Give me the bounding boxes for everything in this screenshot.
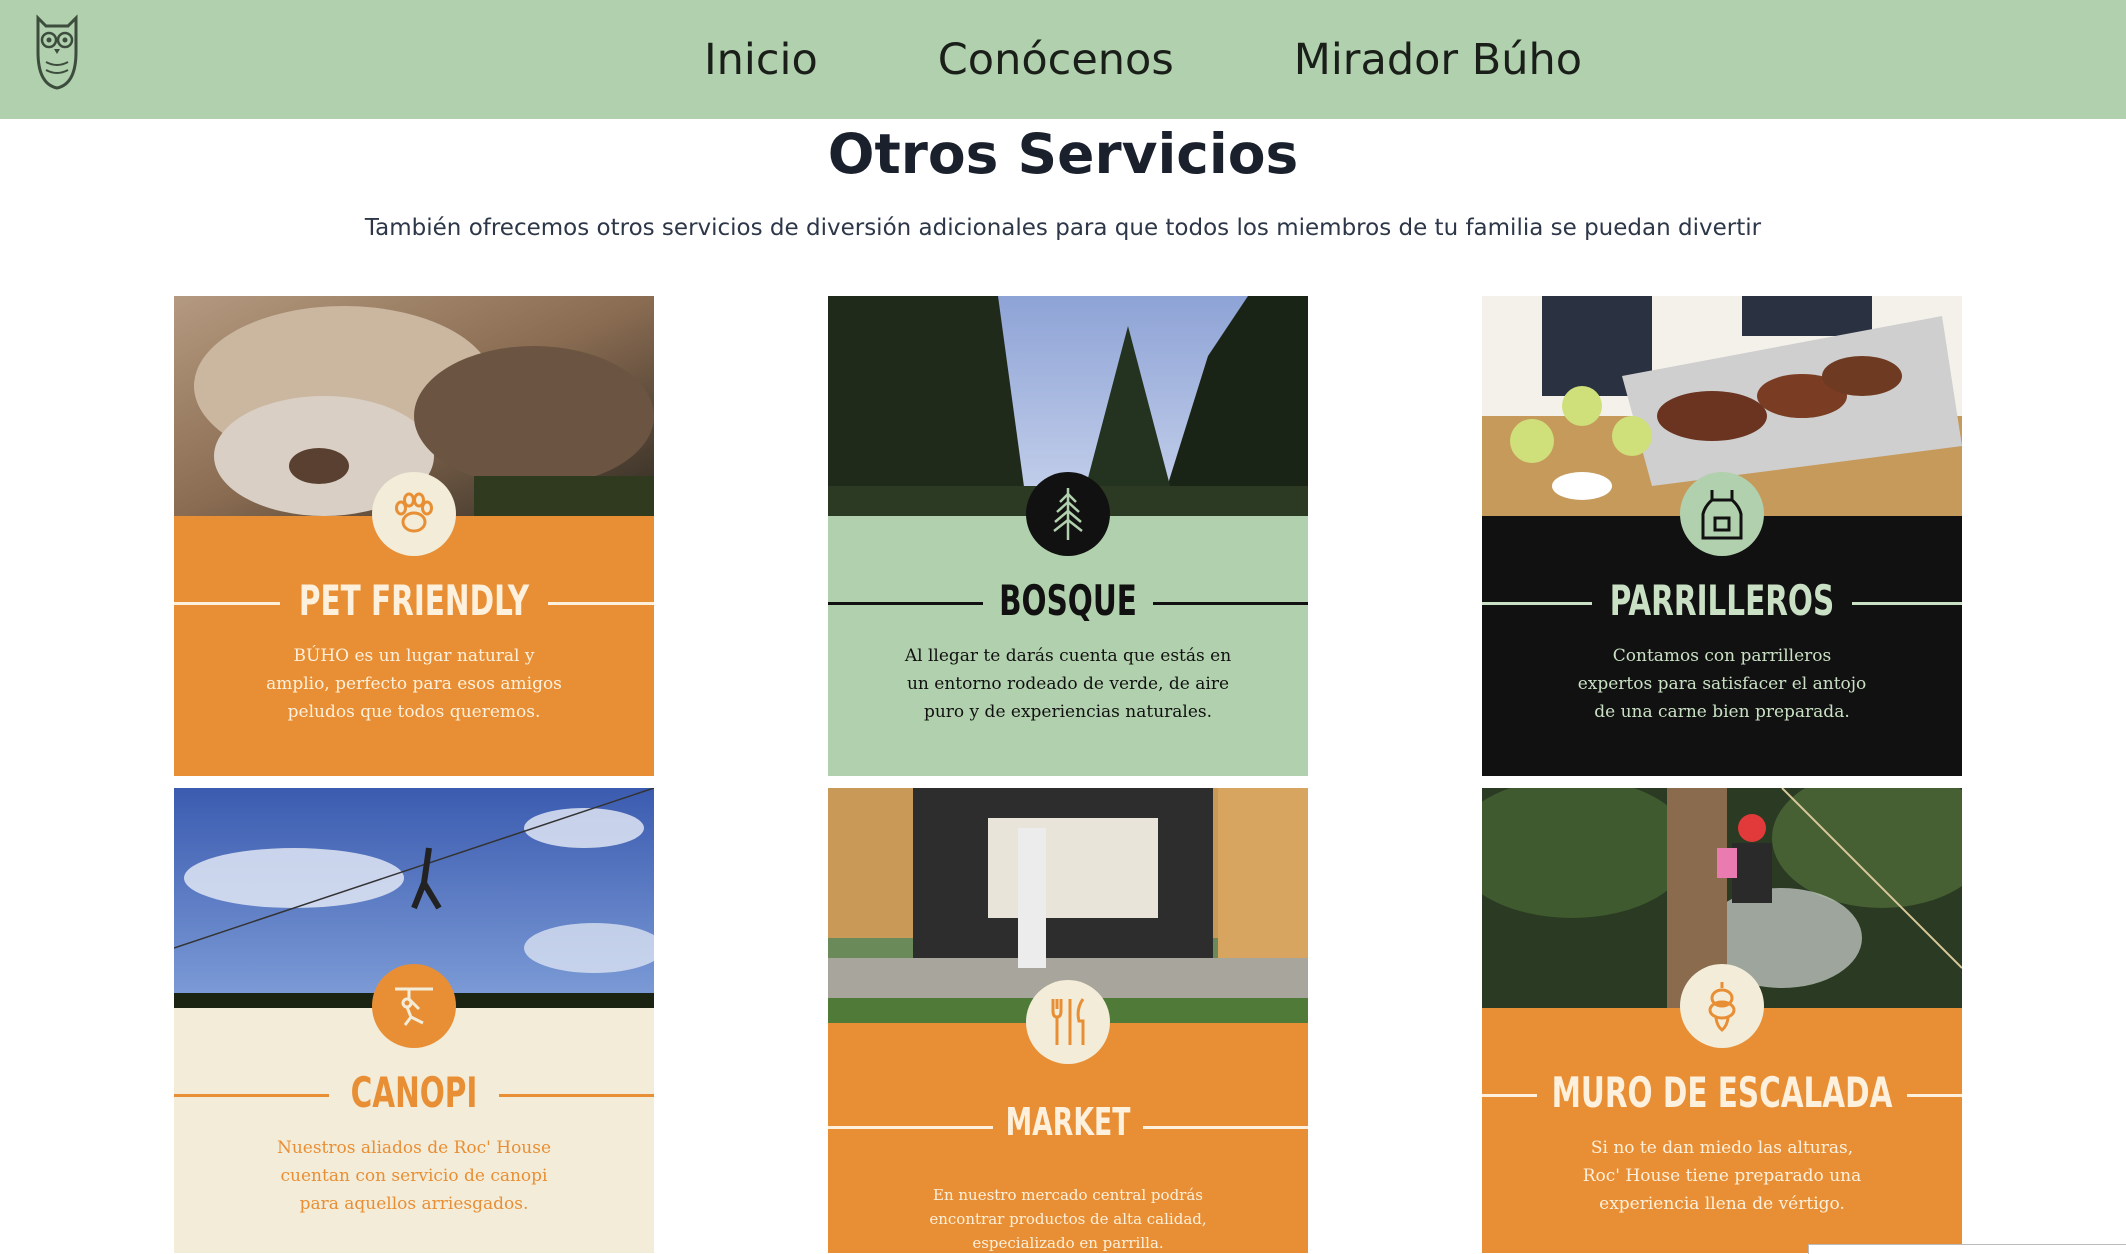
service-card-canopi: CANOPI Nuestros aliados de Roc' House cu… <box>174 788 654 1253</box>
card-description-line: expertos para satisfacer el antojo <box>1577 674 1867 694</box>
card-title: PET FRIENDLY <box>298 576 530 625</box>
card-badge <box>1680 472 1764 556</box>
card-description: BÚHO es un lugar natural y amplio, perfe… <box>264 642 564 726</box>
card-description-line: BÚHO es un lugar natural y <box>293 646 535 666</box>
pine-tree-icon <box>1053 488 1083 540</box>
divider-right <box>1907 1094 1962 1097</box>
card-title: CANOPI <box>350 1068 478 1117</box>
owl-icon[interactable] <box>32 12 82 92</box>
nav-link-inicio[interactable]: Inicio <box>704 35 818 85</box>
card-badge <box>1680 964 1764 1048</box>
card-description: Contamos con parrilleros expertos para s… <box>1562 642 1882 726</box>
card-description-line: experiencia llena de vértigo. <box>1599 1194 1845 1214</box>
top-navbar: Inicio Conócenos Mirador Búho <box>0 0 2126 119</box>
card-description: Al llegar te darás cuenta que estás en u… <box>898 642 1238 726</box>
section-subtitle: También ofrecemos otros servicios de div… <box>364 215 1762 241</box>
card-title: MURO DE ESCALADA <box>1551 1068 1893 1117</box>
service-card-bosque: BOSQUE Al llegar te darás cuenta que est… <box>828 296 1308 776</box>
card-description-line: un entorno rodeado de verde, de aire <box>906 674 1230 694</box>
card-description: Nuestros aliados de Roc' House cuentan c… <box>264 1134 564 1218</box>
card-title: BOSQUE <box>999 576 1137 625</box>
card-description: Si no te dan miedo las alturas, Roc' Hou… <box>1572 1134 1872 1218</box>
main-menu: Inicio Conócenos Mirador Búho <box>704 0 1702 119</box>
card-description-line: amplio, perfecto para esos amigos <box>266 674 562 694</box>
card-badge <box>372 964 456 1048</box>
nav-link-conocenos[interactable]: Conócenos <box>938 35 1174 85</box>
card-description-line: para aquellos arriesgados. <box>299 1194 529 1214</box>
cutlery-icon <box>1051 998 1085 1045</box>
service-card-pet-friendly: PET FRIENDLY BÚHO es un lugar natural y … <box>174 296 654 776</box>
zipline-icon <box>395 987 433 1026</box>
card-title: PARRILLEROS <box>1609 576 1835 625</box>
card-description-line: Roc' House tiene preparado una <box>1582 1166 1862 1186</box>
card-description-line: de una carne bien preparada. <box>1594 702 1850 722</box>
section-title: Otros Servicios <box>827 122 1299 186</box>
card-description-line: Nuestros aliados de Roc' House <box>276 1138 552 1158</box>
card-description: En nuestro mercado central podrás encont… <box>898 1183 1238 1253</box>
divider-left <box>1482 1094 1537 1097</box>
service-card-muro-de-escalada: MURO DE ESCALADA Si no te dan miedo las … <box>1482 788 1962 1253</box>
card-description-line: Al llegar te darás cuenta que estás en <box>904 646 1232 666</box>
card-badge <box>1026 472 1110 556</box>
card-description-line: cuentan con servicio de canopi <box>280 1166 548 1186</box>
card-badge <box>372 472 456 556</box>
card-description-line: puro y de experiencias naturales. <box>923 702 1213 722</box>
card-description-line: encontrar productos de alta calidad, <box>929 1210 1207 1228</box>
card-description-line: especializado en parrilla. <box>972 1234 1164 1252</box>
card-description-line: En nuestro mercado central podrás <box>933 1186 1203 1204</box>
service-card-parrilleros: PARRILLEROS Contamos con parrilleros exp… <box>1482 296 1962 776</box>
service-card-market: MARKET En nuestro mercado central podrás… <box>828 788 1308 1253</box>
card-description-line: Si no te dan miedo las alturas, <box>1590 1138 1854 1158</box>
rope-icon <box>1708 982 1736 1032</box>
apron-icon <box>1701 490 1743 540</box>
card-description-line: Contamos con parrilleros <box>1612 646 1832 666</box>
card-title: MARKET <box>1005 1100 1131 1144</box>
card-description-line: peludos que todos queremos. <box>287 702 541 722</box>
card-badge <box>1026 980 1110 1064</box>
nav-link-mirador-buho[interactable]: Mirador Búho <box>1294 35 1582 85</box>
paw-icon <box>395 492 433 533</box>
